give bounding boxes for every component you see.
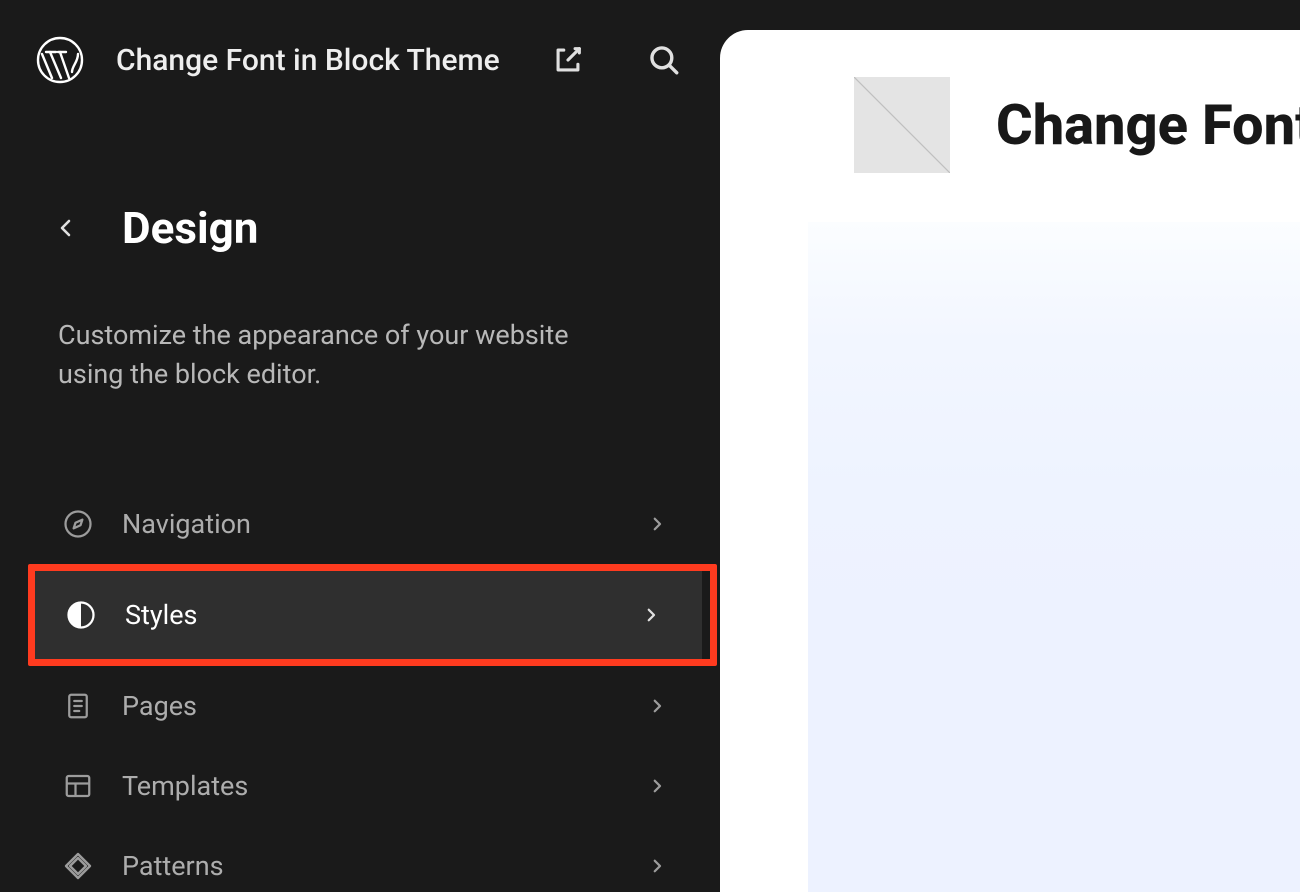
section-description: Customize the appearance of your website… [0, 316, 650, 394]
back-button[interactable] [52, 214, 80, 242]
menu-item-label: Pages [122, 690, 618, 722]
view-site-icon[interactable] [548, 40, 588, 80]
compass-icon [62, 508, 94, 540]
chevron-right-icon [646, 513, 668, 535]
menu-item-label: Patterns [122, 850, 618, 882]
section-title: Design [122, 202, 258, 254]
half-circle-icon [65, 599, 97, 631]
diamond-icon [62, 850, 94, 882]
design-menu: Navigation Styles [0, 484, 720, 892]
menu-item-highlight: Styles [28, 564, 717, 666]
menu-item-pages[interactable]: Pages [0, 666, 720, 746]
preview-header: Change Font [720, 30, 1300, 190]
chevron-right-icon [646, 775, 668, 797]
menu-item-patterns[interactable]: Patterns [0, 826, 720, 892]
preview-frame[interactable]: Change Font [720, 30, 1300, 892]
topbar: Change Font in Block Theme [0, 0, 720, 84]
preview-body [808, 222, 1300, 892]
menu-item-styles[interactable]: Styles [35, 571, 710, 659]
search-icon[interactable] [644, 40, 684, 80]
menu-item-templates[interactable]: Templates [0, 746, 720, 826]
menu-item-label: Styles [125, 599, 612, 631]
wordpress-logo-icon[interactable] [36, 36, 84, 84]
chevron-right-icon [646, 855, 668, 877]
menu-item-label: Templates [122, 770, 618, 802]
chevron-right-icon [646, 695, 668, 717]
preview-site-title: Change Font [996, 92, 1300, 158]
placeholder-image-icon [854, 77, 950, 173]
menu-item-navigation[interactable]: Navigation [0, 484, 720, 564]
layout-icon [62, 770, 94, 802]
sidebar: Change Font in Block Theme [0, 0, 720, 892]
site-title[interactable]: Change Font in Block Theme [116, 43, 516, 78]
menu-item-label: Navigation [122, 508, 618, 540]
section-header: Design [0, 202, 720, 254]
page-icon [62, 690, 94, 722]
chevron-right-icon [640, 604, 662, 626]
preview-pane: Change Font [720, 0, 1300, 892]
